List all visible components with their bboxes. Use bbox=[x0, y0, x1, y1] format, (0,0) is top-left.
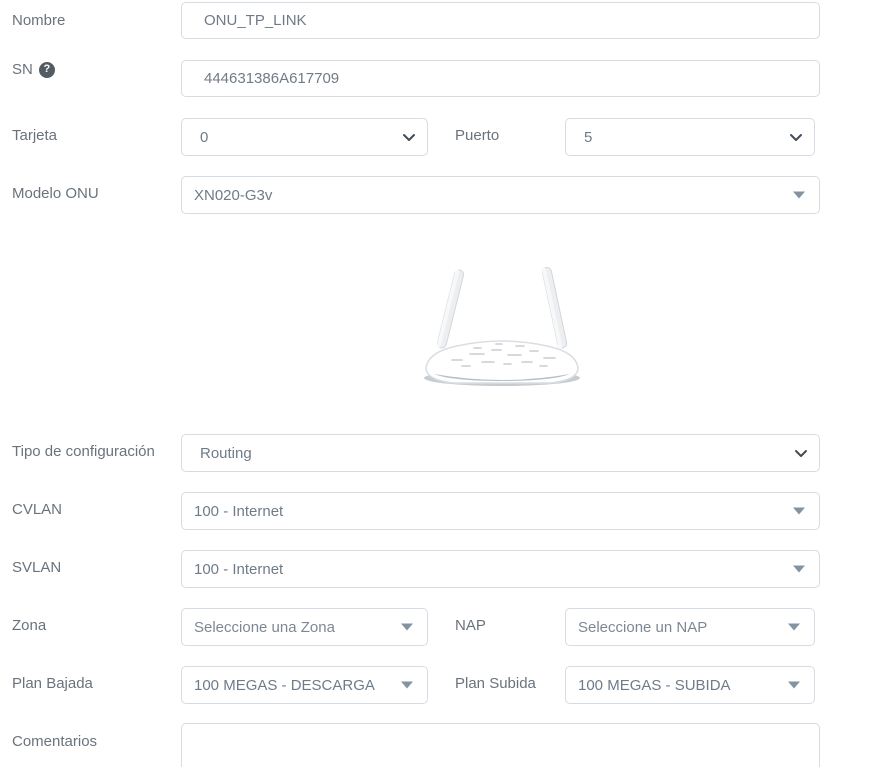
tipo-configuracion-value: Routing bbox=[200, 445, 819, 462]
zona-placeholder: Seleccione una Zona bbox=[194, 619, 427, 636]
tipo-configuracion-label: Tipo de configuración bbox=[12, 443, 155, 460]
cvlan-value: 100 - Internet bbox=[194, 503, 819, 520]
modelo-onu-label: Modelo ONU bbox=[12, 185, 99, 202]
tarjeta-value: 0 bbox=[200, 129, 427, 146]
cvlan-dropdown[interactable]: 100 - Internet bbox=[181, 492, 820, 530]
sn-label: SN ? bbox=[12, 61, 55, 78]
puerto-value: 5 bbox=[584, 129, 814, 146]
svlan-label-text: SVLAN bbox=[12, 559, 61, 576]
plan-subida-value: 100 MEGAS - SUBIDA bbox=[578, 677, 814, 694]
sn-input[interactable] bbox=[181, 60, 820, 97]
tarjeta-label-text: Tarjeta bbox=[12, 127, 57, 144]
plan-subida-label-text: Plan Subida bbox=[455, 675, 536, 692]
triangle-down-icon bbox=[793, 508, 805, 515]
plan-subida-dropdown[interactable]: 100 MEGAS - SUBIDA bbox=[565, 666, 815, 704]
nombre-input[interactable] bbox=[181, 2, 820, 39]
svlan-dropdown[interactable]: 100 - Internet bbox=[181, 550, 820, 588]
tipo-configuracion-label-text: Tipo de configuración bbox=[12, 443, 155, 460]
plan-bajada-value: 100 MEGAS - DESCARGA bbox=[194, 677, 427, 694]
zona-dropdown[interactable]: Seleccione una Zona bbox=[181, 608, 428, 646]
svlan-label: SVLAN bbox=[12, 559, 61, 576]
nombre-label-text: Nombre bbox=[12, 12, 65, 29]
zona-label: Zona bbox=[12, 617, 46, 634]
cvlan-label: CVLAN bbox=[12, 501, 62, 518]
zona-label-text: Zona bbox=[12, 617, 46, 634]
plan-bajada-label: Plan Bajada bbox=[12, 675, 93, 692]
modelo-onu-dropdown[interactable]: XN020-G3v bbox=[181, 176, 820, 214]
puerto-select[interactable]: 5 bbox=[565, 118, 815, 156]
triangle-down-icon bbox=[793, 566, 805, 573]
sn-label-text: SN bbox=[12, 61, 33, 78]
plan-subida-label: Plan Subida bbox=[455, 675, 536, 692]
nombre-label: Nombre bbox=[12, 12, 65, 29]
triangle-down-icon bbox=[788, 682, 800, 689]
tarjeta-label: Tarjeta bbox=[12, 127, 57, 144]
nap-placeholder: Seleccione un NAP bbox=[578, 619, 814, 636]
chevron-down-icon bbox=[788, 129, 804, 145]
modelo-onu-value: XN020-G3v bbox=[194, 187, 819, 204]
comentarios-label-text: Comentarios bbox=[12, 733, 97, 750]
triangle-down-icon bbox=[793, 192, 805, 199]
onu-router-image bbox=[412, 250, 592, 398]
nap-label-text: NAP bbox=[455, 617, 486, 634]
triangle-down-icon bbox=[788, 624, 800, 631]
comentarios-label: Comentarios bbox=[12, 733, 97, 750]
chevron-down-icon bbox=[793, 445, 809, 461]
plan-bajada-label-text: Plan Bajada bbox=[12, 675, 93, 692]
modelo-onu-label-text: Modelo ONU bbox=[12, 185, 99, 202]
tarjeta-select[interactable]: 0 bbox=[181, 118, 428, 156]
plan-bajada-dropdown[interactable]: 100 MEGAS - DESCARGA bbox=[181, 666, 428, 704]
puerto-label: Puerto bbox=[455, 127, 499, 144]
triangle-down-icon bbox=[401, 624, 413, 631]
triangle-down-icon bbox=[401, 682, 413, 689]
nap-label: NAP bbox=[455, 617, 486, 634]
nap-dropdown[interactable]: Seleccione un NAP bbox=[565, 608, 815, 646]
cvlan-label-text: CVLAN bbox=[12, 501, 62, 518]
puerto-label-text: Puerto bbox=[455, 127, 499, 144]
chevron-down-icon bbox=[401, 129, 417, 145]
help-icon[interactable]: ? bbox=[39, 62, 55, 78]
svlan-value: 100 - Internet bbox=[194, 561, 819, 578]
tipo-configuracion-select[interactable]: Routing bbox=[181, 434, 820, 472]
comentarios-textarea[interactable] bbox=[181, 723, 820, 767]
